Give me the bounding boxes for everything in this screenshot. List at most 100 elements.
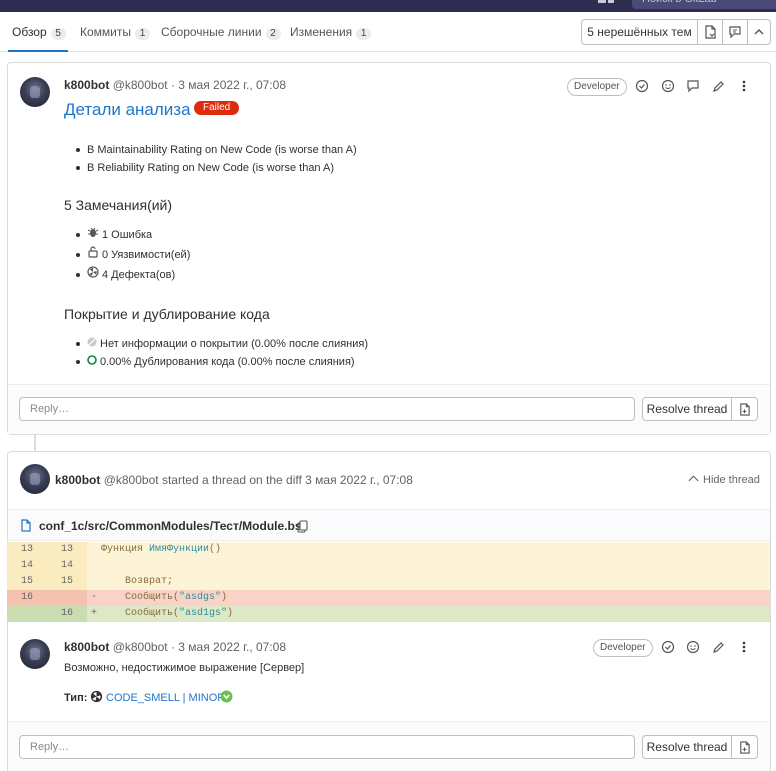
function-name: ИмяФункции xyxy=(149,544,210,555)
diff-line-del[interactable]: 16 - Сообщить("asdgs") xyxy=(7,590,770,606)
create-issue-button[interactable] xyxy=(731,397,758,421)
diff-line-add[interactable]: 16 + Сообщить("asd1gs") xyxy=(7,606,770,622)
note-date[interactable]: 3 мая 2022 г., 07:08 xyxy=(178,78,286,92)
issues-heading: 5 Замечания(ий) xyxy=(64,197,173,213)
comment-date[interactable]: 3 мая 2022 г., 07:08 xyxy=(178,640,286,654)
notification-icon[interactable] xyxy=(598,0,606,3)
duplication-ok-icon xyxy=(87,355,97,365)
timeline-connector xyxy=(34,435,36,451)
resolve-icon[interactable] xyxy=(661,640,677,656)
role-badge: Developer xyxy=(567,78,627,96)
bullet xyxy=(76,253,80,257)
unlock-icon xyxy=(87,246,99,258)
diff-line-ctx[interactable]: 14 14 xyxy=(7,558,770,574)
thread-date[interactable]: 3 мая 2022 г., 07:08 xyxy=(305,473,413,487)
code-line: Возврат; xyxy=(101,574,173,590)
thread-action-text: started a thread on the diff xyxy=(161,473,302,487)
copy-path-icon[interactable] xyxy=(297,520,308,533)
new-line-number[interactable] xyxy=(47,590,87,606)
bullet xyxy=(76,360,80,364)
code-smell-icon xyxy=(87,266,99,278)
new-line-number[interactable]: 13 xyxy=(47,542,87,558)
author-handle[interactable]: @k800bot xyxy=(113,640,168,654)
tab-overview-label: Обзор xyxy=(12,25,47,39)
tab-changes[interactable]: Изменения 1 xyxy=(290,25,372,52)
new-line-number[interactable]: 16 xyxy=(47,606,87,622)
new-issue-icon xyxy=(740,402,750,416)
edit-icon[interactable] xyxy=(712,640,728,656)
file-path[interactable]: conf_1c/src/CommonModules/Тест/Module.bs… xyxy=(39,519,305,533)
avatar[interactable] xyxy=(20,464,50,494)
diff-sign xyxy=(87,558,101,574)
author-name[interactable]: k800bot xyxy=(55,473,100,487)
diff-line-ctx[interactable]: 13 13 Функция ИмяФункции() xyxy=(7,542,770,558)
edit-icon[interactable] xyxy=(712,79,728,95)
tab-overview[interactable]: Обзор 5 xyxy=(12,25,66,52)
resolve-thread-button[interactable]: Resolve thread xyxy=(642,735,732,759)
avatar[interactable] xyxy=(20,77,50,107)
file-icon xyxy=(20,519,32,532)
type-label: Тип: xyxy=(64,692,88,704)
author-name[interactable]: k800bot xyxy=(64,78,109,92)
tab-commits-count: 1 xyxy=(135,28,150,40)
tab-pipelines[interactable]: Сборочные линии 2 xyxy=(161,25,281,52)
more-actions-icon[interactable] xyxy=(737,79,753,95)
toggle-comments-button[interactable] xyxy=(722,19,748,45)
resolve-thread-label: Resolve thread xyxy=(646,402,728,416)
tab-overview-count: 5 xyxy=(50,28,66,40)
analysis-title[interactable]: Детали анализа xyxy=(64,100,191,120)
author-handle[interactable]: @k800bot xyxy=(104,473,159,487)
tab-commits[interactable]: Коммиты 1 xyxy=(80,25,150,52)
issue-item: 1 Ошибка xyxy=(102,229,153,241)
author-name[interactable]: k800bot xyxy=(64,640,109,654)
reply-input[interactable]: Reply… xyxy=(19,397,635,421)
old-line-number[interactable]: 16 xyxy=(7,590,47,606)
reply-icon[interactable] xyxy=(686,79,702,95)
coverage-heading: Покрытие и дублирование кода xyxy=(64,306,270,322)
code-line: Сообщить("asd1gs") xyxy=(101,606,233,622)
diff-sign: - xyxy=(90,592,97,603)
emoji-icon[interactable] xyxy=(686,640,702,656)
unresolved-threads-button[interactable]: 5 нерешённых тем xyxy=(581,19,698,45)
diff-line-ctx[interactable]: 15 15 Возврат; xyxy=(7,574,770,590)
reply-input[interactable]: Reply… xyxy=(19,735,635,759)
collapse-all-button[interactable] xyxy=(747,19,771,45)
resolve-icon[interactable] xyxy=(635,79,651,95)
avatar[interactable] xyxy=(20,639,50,669)
bullet xyxy=(76,166,80,170)
emoji-icon[interactable] xyxy=(661,79,677,95)
chevron-up-icon xyxy=(754,29,764,35)
string-literal: "asd1gs" xyxy=(179,608,228,619)
no-coverage-icon xyxy=(87,337,97,347)
resolve-thread-button[interactable]: Resolve thread xyxy=(642,397,732,421)
old-line-number[interactable]: 15 xyxy=(7,574,47,590)
issue-type-link[interactable]: CODE_SMELL | MINOR xyxy=(106,692,225,704)
comment-icon xyxy=(729,26,741,39)
tab-pipelines-count: 2 xyxy=(265,28,281,40)
chevron-up-icon xyxy=(688,475,699,486)
code-text: Функция xyxy=(101,544,150,555)
user-menu-icon[interactable] xyxy=(608,0,614,3)
new-line-number[interactable]: 15 xyxy=(47,574,87,590)
tab-pipelines-label: Сборочные линии xyxy=(161,25,262,39)
new-line-number[interactable]: 14 xyxy=(47,558,87,574)
diff-sign xyxy=(87,542,101,558)
tab-commits-label: Коммиты xyxy=(80,25,131,39)
condition-item: B Reliability Rating on New Code (is wor… xyxy=(87,162,335,174)
author-handle[interactable]: @k800bot xyxy=(113,78,168,92)
old-line-number[interactable] xyxy=(7,606,47,622)
resolve-thread-label: Resolve thread xyxy=(646,740,728,754)
jump-to-thread-button[interactable] xyxy=(697,19,723,45)
old-line-number[interactable]: 14 xyxy=(7,558,47,574)
hide-thread-label: Hide thread xyxy=(703,474,760,486)
issue-item: 4 Дефекта(ов) xyxy=(102,269,176,281)
thread-author-line: k800bot @k800bot started a thread on the… xyxy=(55,473,413,487)
new-issue-icon xyxy=(740,740,750,754)
more-actions-icon[interactable] xyxy=(737,640,753,656)
old-line-number[interactable]: 13 xyxy=(7,542,47,558)
create-issue-button[interactable] xyxy=(731,735,758,759)
search-input[interactable]: Поиск в GitLab xyxy=(632,0,776,9)
severity-minor-icon xyxy=(220,690,233,703)
hide-thread-toggle[interactable]: Hide thread xyxy=(688,474,760,486)
code-line: Сообщить("asdgs") xyxy=(101,590,227,606)
